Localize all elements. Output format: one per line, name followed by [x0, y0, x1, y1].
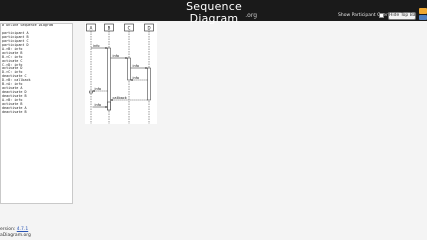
arrowhead	[105, 106, 108, 108]
site-text: aDiagram.org	[0, 233, 31, 238]
participant-label: A	[90, 25, 93, 30]
version-link[interactable]: 4.7.1	[17, 227, 28, 232]
arrowhead	[125, 57, 128, 59]
message-label: callback	[113, 96, 128, 100]
account-icon[interactable]	[419, 15, 427, 20]
participant-label: B	[108, 25, 111, 30]
version-text: ersion: 4.7.1	[0, 227, 28, 232]
logo-subtitle: .org	[245, 12, 257, 19]
activation-bar	[107, 101, 111, 111]
hide-top-bar-button[interactable]: Hide Top Bar	[388, 12, 417, 20]
message-label: info	[113, 54, 120, 58]
message-label: info	[95, 87, 102, 91]
editor-line[interactable]: deactivate B	[1, 110, 72, 115]
source-editor[interactable]: # Online Sequence Diagram participant Ap…	[0, 23, 73, 204]
sequence-diagram: A B C Dinfo info info info callback info info	[85, 23, 157, 124]
version-prefix: ersion:	[0, 227, 17, 232]
arrowhead	[145, 67, 148, 69]
activation-bar	[147, 67, 151, 101]
activation-bar	[107, 47, 111, 111]
arrowhead	[105, 47, 108, 49]
participant-label: C	[128, 25, 131, 30]
message-label: info	[95, 103, 102, 107]
message-label: info	[133, 76, 140, 80]
activation-bar	[127, 57, 131, 81]
activation-bar	[89, 90, 93, 94]
participant-overlay-label: Show Participant Overlay	[338, 13, 395, 18]
participant-overlay-checkbox[interactable]	[379, 13, 384, 18]
message-label: info	[133, 64, 140, 68]
top-bar: Sequence Diagram .org Show Participant O…	[0, 0, 427, 25]
menu-icon[interactable]	[419, 8, 427, 14]
participant-label: D	[147, 25, 150, 30]
message-label: info	[93, 44, 100, 48]
app-logo[interactable]: Sequence Diagram .org	[167, 1, 261, 25]
